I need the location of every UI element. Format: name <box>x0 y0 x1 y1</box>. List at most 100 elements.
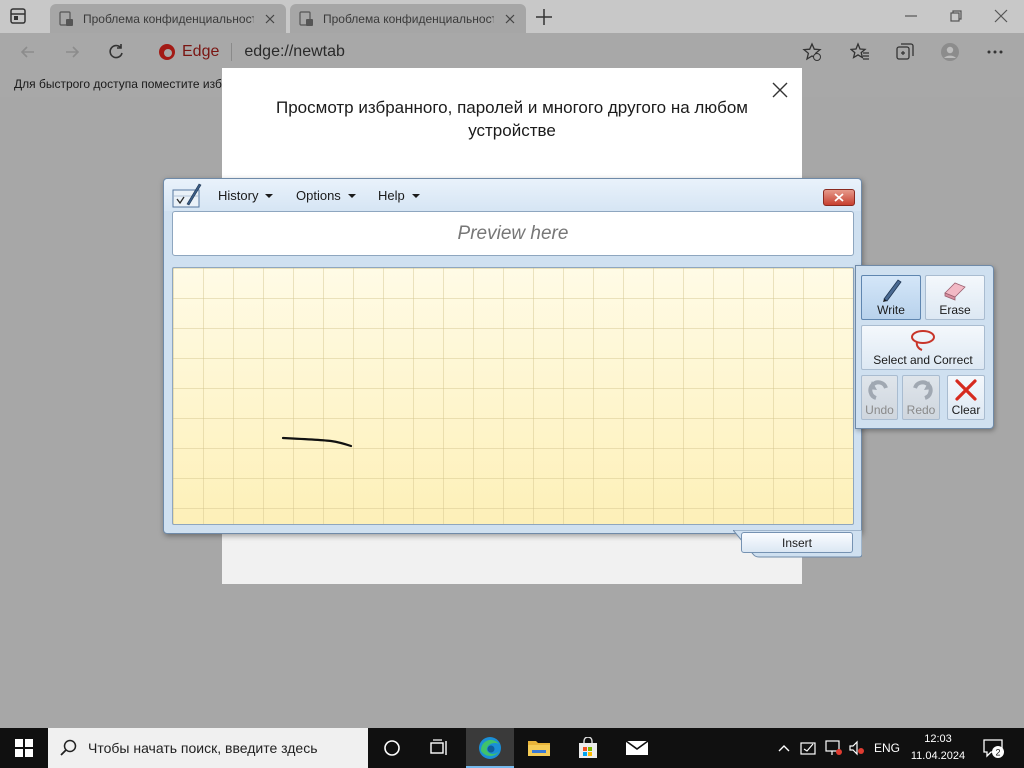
search-icon <box>60 739 77 756</box>
chevron-down-icon <box>265 193 274 198</box>
close-tab-icon[interactable] <box>502 11 518 27</box>
meet-now-icon[interactable] <box>800 740 818 756</box>
history-menu[interactable]: History <box>218 188 274 203</box>
erase-label: Erase <box>939 303 971 317</box>
close-icon[interactable] <box>770 80 790 100</box>
close-tab-icon[interactable] <box>262 11 278 27</box>
input-language[interactable]: ENG <box>874 741 900 755</box>
taskbar-app-file-explorer[interactable] <box>515 728 563 768</box>
back-icon[interactable] <box>18 42 38 62</box>
eraser-icon <box>944 282 966 301</box>
task-view-icon <box>430 739 447 755</box>
select-correct-button[interactable]: Select and Correct <box>861 325 985 370</box>
clock-time: 12:03 <box>924 733 952 745</box>
insert-button[interactable]: Insert <box>741 532 853 553</box>
store-bag-icon <box>579 737 597 758</box>
edge-badge: Edge <box>150 43 219 61</box>
erase-button[interactable]: Erase <box>925 275 985 320</box>
windows-logo-icon <box>15 739 33 757</box>
input-panel-close-button[interactable] <box>823 189 855 206</box>
collections-icon[interactable] <box>895 42 915 62</box>
restore-icon[interactable] <box>948 8 964 24</box>
system-clock[interactable]: 12:03 11.04.2024 <box>906 731 970 765</box>
search-placeholder: Чтобы начать поиск, введите здесь <box>88 740 318 756</box>
folder-icon <box>528 741 550 756</box>
options-menu[interactable]: Options <box>296 188 356 203</box>
edge-logo-icon <box>159 44 175 60</box>
insert-label: Insert <box>781 535 812 550</box>
refresh-icon[interactable] <box>106 42 126 62</box>
taskbar-search-box[interactable]: Чтобы начать поиск, введите здесь <box>48 728 368 768</box>
profile-avatar-icon[interactable] <box>940 42 960 62</box>
close-icon <box>834 193 844 202</box>
lasso-icon <box>911 329 935 351</box>
tab-actions-icon[interactable] <box>8 6 28 26</box>
preview-placeholder: Preview here <box>457 222 569 244</box>
undo-icon <box>867 379 888 400</box>
ink-stroke <box>281 436 353 448</box>
cortana-circle-icon <box>384 740 400 756</box>
undo-button[interactable]: Undo <box>861 375 898 420</box>
undo-label: Undo <box>865 403 894 417</box>
edge-label: Edge <box>182 43 220 60</box>
favorites-icon[interactable] <box>850 42 870 62</box>
taskbar-app-store[interactable] <box>564 728 612 768</box>
select-correct-label: Select and Correct <box>873 353 973 367</box>
forward-icon[interactable] <box>62 42 82 62</box>
input-panel-window: History Options Help Preview here <box>163 178 862 534</box>
notifications-icon[interactable]: 2 <box>982 737 1004 759</box>
minimize-icon[interactable] <box>903 8 919 24</box>
chevron-down-icon <box>411 193 420 198</box>
write-button[interactable]: Write <box>861 275 921 320</box>
edge-logo-icon <box>479 737 501 759</box>
clear-label: Clear <box>951 403 981 417</box>
address-bar[interactable]: Edge edge://newtab <box>150 38 840 66</box>
taskbar-app-edge[interactable] <box>466 728 514 768</box>
more-options-icon[interactable] <box>985 42 1005 62</box>
redo-icon <box>913 379 933 400</box>
notification-count: 2 <box>995 748 1000 758</box>
tab-strip: Проблема конфиденциальност Проблема конф… <box>0 0 1024 33</box>
start-button[interactable] <box>0 728 48 768</box>
redo-label: Redo <box>906 403 936 417</box>
pen-icon <box>883 278 902 302</box>
sync-dialog-header: Просмотр избранного, паролей и многого д… <box>222 68 802 183</box>
taskbar: Чтобы начать поиск, введите здесь ENG 12… <box>0 728 1024 768</box>
document-lock-icon <box>59 10 73 26</box>
help-menu[interactable]: Help <box>378 188 420 203</box>
tab-title: Проблема конфиденциальност <box>323 11 494 26</box>
clock-date: 11.04.2024 <box>910 750 966 762</box>
clear-x-icon <box>955 378 977 401</box>
document-lock-icon <box>299 10 313 26</box>
write-label: Write <box>877 303 905 317</box>
options-menu-label: Options <box>296 188 341 203</box>
help-menu-label: Help <box>378 188 405 203</box>
redo-button[interactable]: Redo <box>902 375 940 420</box>
volume-muted-icon[interactable] <box>848 740 866 756</box>
input-panel-tools: Write Erase Select and Correct Undo Redo… <box>855 265 994 429</box>
task-view-button[interactable] <box>416 728 464 768</box>
chevron-down-icon <box>347 193 356 198</box>
preview-area[interactable]: Preview here <box>172 211 854 256</box>
tab-title: Проблема конфиденциальност <box>83 11 254 26</box>
browser-tab-1[interactable]: Проблема конфиденциальност <box>50 4 286 33</box>
clear-button[interactable]: Clear <box>947 375 985 420</box>
show-hidden-icons-chevron-up-icon[interactable] <box>777 742 791 754</box>
mail-icon <box>625 740 649 755</box>
taskbar-app-mail[interactable] <box>613 728 661 768</box>
browser-tab-2[interactable]: Проблема конфиденциальност <box>290 4 526 33</box>
history-menu-label: History <box>218 188 259 203</box>
address-separator <box>231 43 233 61</box>
input-panel-app-icon <box>172 183 202 208</box>
address-toolbar: Edge edge://newtab <box>0 33 1024 71</box>
add-favorite-icon[interactable] <box>802 42 822 62</box>
url-text[interactable]: edge://newtab <box>244 43 345 61</box>
sync-dialog-title: Просмотр избранного, паролей и многого д… <box>276 98 748 140</box>
favorites-bar-hint: Для быстрого доступа поместите изб <box>14 77 222 91</box>
input-panel-titlebar: History Options Help <box>164 179 861 211</box>
writing-area[interactable] <box>172 267 854 525</box>
cortana-button[interactable] <box>368 728 416 768</box>
close-window-icon[interactable] <box>993 8 1009 24</box>
new-tab-icon[interactable] <box>533 6 555 28</box>
network-icon[interactable] <box>824 740 844 756</box>
